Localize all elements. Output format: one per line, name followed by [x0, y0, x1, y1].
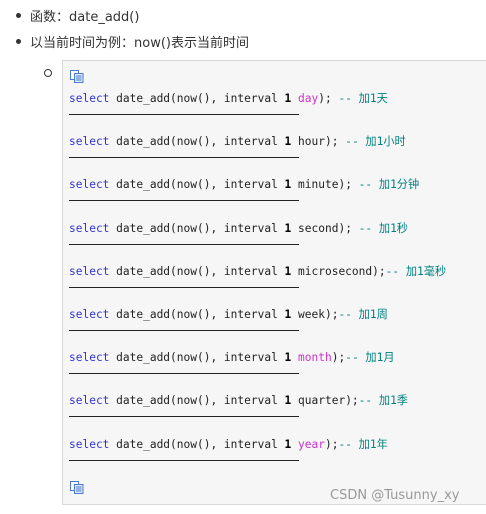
sql-keyword: select — [69, 351, 110, 365]
copy-icon[interactable] — [70, 70, 84, 83]
sql-comment: -- 加1周 — [338, 308, 388, 321]
copy-icon[interactable] — [70, 481, 84, 494]
sql-interval-unit: day — [291, 92, 319, 105]
sql-keyword: select — [69, 394, 110, 408]
sql-keyword: select — [69, 308, 110, 321]
sql-comment: -- 加1小时 — [345, 135, 406, 149]
separator-line — [69, 157, 299, 159]
bullet-dot — [16, 39, 21, 44]
sql-closing: ); — [318, 92, 339, 105]
sql-interval-unit: month — [291, 351, 332, 365]
sql-function-call: date_add(now(), interval — [109, 92, 285, 105]
sql-keyword: select — [69, 264, 110, 278]
code-line: select date_add(now(), interval 1 micros… — [69, 265, 446, 279]
sql-comment: -- 加1天 — [338, 92, 388, 105]
sql-interval-unit: second — [291, 221, 339, 235]
code-line: select date_add(now(), interval 1 day); … — [69, 92, 388, 106]
sql-closing: ); — [338, 221, 359, 235]
sql-function-call: date_add(now(), interval — [109, 437, 285, 451]
separator-line — [69, 459, 299, 461]
sql-interval-unit: quarter — [291, 394, 346, 408]
sub-bullet-circle — [44, 69, 52, 77]
sql-closing: ); — [338, 178, 359, 192]
sql-comment: -- 加1年 — [338, 437, 388, 451]
bullet-example: 以当前时间为例：now()表示当前时间 — [16, 35, 249, 53]
sql-comment: -- 加1月 — [345, 351, 395, 365]
code-line: select date_add(now(), interval 1 minute… — [69, 178, 419, 192]
sql-keyword: select — [69, 221, 110, 235]
sql-function-call: date_add(now(), interval — [109, 394, 285, 408]
sql-keyword: select — [69, 92, 110, 105]
separator-line — [69, 373, 299, 375]
separator-line — [69, 200, 299, 202]
code-line: select date_add(now(), interval 1 week);… — [69, 308, 388, 322]
sql-keyword: select — [69, 135, 110, 149]
sql-comment: -- 加1毫秒 — [385, 264, 447, 278]
sql-comment: -- 加1分钟 — [358, 178, 420, 192]
sql-function-call: date_add(now(), interval — [109, 351, 285, 365]
sql-closing: ); — [331, 351, 346, 365]
code-line: select date_add(now(), interval 1 year);… — [69, 438, 388, 452]
sql-keyword: select — [69, 437, 110, 451]
sql-closing: ); — [324, 437, 339, 451]
code-line: select date_add(now(), interval 1 month)… — [69, 351, 395, 365]
separator-line — [69, 243, 299, 245]
bullet-text: 函数：date_add() — [30, 10, 140, 25]
watermark: CSDN @Tusunny_xy — [330, 488, 460, 503]
bullet-text: 以当前时间为例：now()表示当前时间 — [30, 36, 249, 51]
sql-interval-unit: minute — [291, 178, 339, 192]
sql-function-call: date_add(now(), interval — [109, 308, 285, 321]
bullet-dot — [16, 13, 21, 18]
separator-line — [69, 330, 299, 331]
sql-closing: ); — [345, 394, 359, 408]
sql-function-call: date_add(now(), interval — [109, 264, 285, 278]
sql-closing: ); — [324, 308, 339, 321]
sql-closing: ); — [372, 264, 386, 278]
sql-interval-unit: hour — [291, 135, 325, 149]
sql-interval-unit: microsecond — [291, 264, 373, 278]
code-line: select date_add(now(), interval 1 hour);… — [69, 135, 406, 149]
code-block: select date_add(now(), interval 1 day); … — [62, 60, 486, 505]
sql-function-call: date_add(now(), interval — [109, 221, 285, 235]
sql-function-call: date_add(now(), interval — [109, 135, 285, 149]
code-line: select date_add(now(), interval 1 quarte… — [69, 394, 408, 408]
sql-comment: -- 加1秒 — [358, 221, 408, 235]
sql-keyword: select — [69, 178, 110, 192]
separator-line — [69, 114, 299, 115]
separator-line — [69, 416, 299, 418]
sql-function-call: date_add(now(), interval — [109, 178, 285, 192]
bullet-function: 函数：date_add() — [16, 9, 139, 27]
separator-line — [69, 286, 299, 288]
sql-comment: -- 加1季 — [358, 394, 408, 408]
sql-closing: ); — [324, 135, 346, 149]
sql-interval-unit: year — [291, 437, 325, 451]
code-line: select date_add(now(), interval 1 second… — [69, 222, 408, 236]
sql-interval-unit: week — [291, 308, 325, 321]
